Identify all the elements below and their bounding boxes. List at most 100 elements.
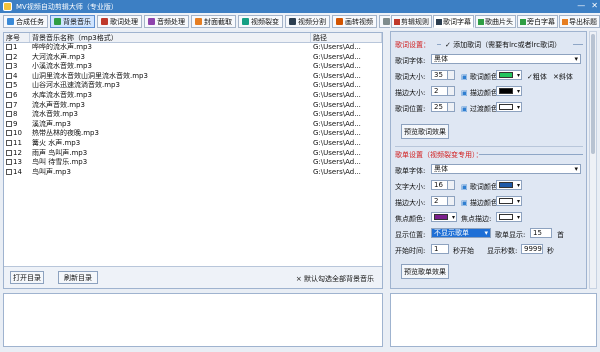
minimize-icon[interactable]: —	[577, 1, 585, 10]
playlist-color-picker[interactable]: ▾	[496, 180, 522, 190]
display-position-select[interactable]: 不显示歌单	[431, 228, 491, 238]
tab-icon	[336, 18, 343, 25]
tab-icon	[289, 18, 296, 25]
title-bar: MV视频自动剪辑大师（专业版） — ✕	[0, 0, 600, 13]
lyrics-stroke-color-picker[interactable]: ▾	[496, 86, 522, 96]
add-lyrics-checkbox[interactable]: ✓ 添加歌词（需要有lrc或者lrc歌词）	[445, 40, 561, 50]
row-number: 9	[13, 119, 18, 128]
row-checkbox[interactable]	[6, 168, 12, 175]
row-checkbox[interactable]	[6, 149, 12, 156]
duration-input[interactable]: 9999	[521, 244, 543, 254]
playlist-stroke-color-picker[interactable]: ▾	[496, 196, 522, 206]
music-path-cell: G:\Users\Ad...	[313, 71, 361, 80]
window-title: MV视频自动剪辑大师（专业版）	[16, 2, 118, 11]
table-row[interactable]: 13 鸟叫 待雪乐.mp3 G:\Users\Ad...	[4, 158, 382, 168]
focus-stroke-picker[interactable]: ▾	[496, 212, 522, 222]
lyrics-stroke-stepper[interactable]: 2	[431, 86, 455, 96]
table-row[interactable]: 6 水库流水音效.mp3 G:\Users\Ad...	[4, 91, 382, 101]
table-row[interactable]: 14 鸟叫声.mp3 G:\Users\Ad...	[4, 168, 382, 178]
toolbar-tab[interactable]: 合成任务	[3, 15, 48, 28]
row-checkbox[interactable]	[6, 120, 12, 127]
toolbar-tab[interactable]: 音频处理	[144, 15, 189, 28]
settings-tab[interactable]: 导出标题	[559, 15, 600, 28]
toolbar-tab[interactable]: 歌词处理	[97, 15, 142, 28]
refresh-folder-button[interactable]: 刷新目录	[58, 271, 98, 284]
table-row[interactable]: 8 流水音效.mp3 G:\Users\Ad...	[4, 110, 382, 120]
row-number-cell: 14	[4, 168, 30, 178]
music-name-cell: 山谷河水迅速流淌音效.mp3	[32, 81, 120, 90]
music-table-panel: 序号 背景音乐名称（mp3格式） 路径 1 哗哗的流水声.mp3 G:\Users\…	[3, 32, 383, 289]
music-path-cell: G:\Users\Ad...	[313, 129, 361, 138]
table-body: 1 哗哗的流水声.mp3 G:\Users\Ad... 2 大河流水声.mp3 G:\Us…	[4, 43, 382, 177]
row-checkbox[interactable]	[6, 72, 12, 79]
settings-tab[interactable]: 歌曲片头	[475, 15, 516, 28]
row-number: 8	[13, 110, 18, 119]
focus-color-picker[interactable]: ▾	[431, 212, 457, 222]
music-path-cell: G:\Users\Ad...	[313, 52, 361, 61]
row-checkbox[interactable]	[6, 159, 12, 166]
playlist-font-select[interactable]: 黑体	[431, 164, 581, 174]
toolbar-tab-label: 音频处理	[157, 17, 185, 26]
italic-checkbox[interactable]: ✕斜体	[553, 72, 573, 82]
toolbar-tab[interactable]: 画转视频	[332, 15, 377, 28]
tab-icon	[7, 18, 14, 25]
scrollbar-thumb[interactable]	[591, 34, 595, 154]
settings-tab[interactable]: 歌词字幕	[433, 15, 474, 28]
toolbar-tab[interactable]: 背景音乐	[50, 15, 95, 28]
row-checkbox[interactable]	[6, 101, 12, 108]
lyrics-color-picker[interactable]: ▾	[496, 70, 522, 80]
row-number-cell: 13	[4, 158, 30, 168]
toolbar-tab-label: 画转视频	[345, 17, 373, 26]
row-checkbox[interactable]	[6, 82, 12, 89]
window-controls: — ✕	[577, 1, 598, 10]
tab-icon	[148, 18, 155, 25]
lyrics-size-stepper[interactable]: 35	[431, 70, 455, 80]
preview-playlist-button[interactable]: 预览歌单效果	[401, 264, 449, 279]
row-checkbox[interactable]	[6, 130, 12, 137]
settings-tab[interactable]: 旁白字幕	[517, 15, 558, 28]
open-folder-button[interactable]: 打开目录	[10, 271, 44, 284]
playlist-size-stepper[interactable]: 16	[431, 180, 455, 190]
preview-lyrics-button[interactable]: 预览歌词效果	[401, 124, 449, 139]
start-time-input[interactable]: 1	[431, 244, 449, 254]
playlist-stroke-stepper[interactable]: 2	[431, 196, 455, 206]
table-row[interactable]: 1 哗哗的流水声.mp3 G:\Users\Ad...	[4, 43, 382, 53]
bold-checkbox[interactable]: ✓粗体	[527, 72, 547, 82]
toolbar-tab[interactable]: 封面截取	[191, 15, 236, 28]
select-all-note[interactable]: × 默认勾选全部背景音乐	[296, 274, 374, 284]
row-checkbox[interactable]	[6, 91, 12, 98]
row-checkbox[interactable]	[6, 139, 12, 146]
toolbar-tab[interactable]: 视频分割	[285, 15, 330, 28]
duration-unit: 秒	[547, 247, 554, 255]
row-checkbox[interactable]	[6, 53, 12, 60]
right-scrollbar[interactable]	[589, 31, 597, 289]
lyrics-font-select[interactable]: 黑体	[431, 54, 581, 64]
row-checkbox[interactable]	[6, 44, 12, 50]
table-row[interactable]: 7 流水声音效.mp3 G:\Users\Ad...	[4, 101, 382, 111]
toolbar-tab[interactable]: 视频裂变	[238, 15, 283, 28]
table-row[interactable]: 2 大河流水声.mp3 G:\Users\Ad...	[4, 53, 382, 63]
table-row[interactable]: 12 雨声 鸟叫声.mp3 G:\Users\Ad...	[4, 149, 382, 159]
row-checkbox[interactable]	[6, 63, 12, 70]
show-count-input[interactable]: 15	[530, 228, 552, 238]
tab-icon	[383, 18, 390, 25]
music-name-cell: 大河流水声.mp3	[32, 52, 85, 61]
table-row[interactable]: 5 山谷河水迅速流淌音效.mp3 G:\Users\Ad...	[4, 81, 382, 91]
table-row[interactable]: 4 山洞里流水音效山洞里流水音效.mp3 G:\Users\Ad...	[4, 72, 382, 82]
table-row[interactable]: 9 溪流声.mp3 G:\Users\Ad...	[4, 120, 382, 130]
settings-tab[interactable]: 剪辑规则	[391, 15, 432, 28]
transition-color-picker[interactable]: ▾	[496, 102, 522, 112]
music-name-cell: 溪流声.mp3	[32, 119, 71, 128]
row-number-cell: 2	[4, 53, 30, 63]
table-header: 序号 背景音乐名称（mp3格式） 路径	[4, 33, 382, 43]
table-row[interactable]: 10 热带丛林的夜晚.mp3 G:\Users\Ad...	[4, 129, 382, 139]
settings-tab-label: 剪辑规则	[401, 17, 429, 26]
close-icon[interactable]: ✕	[591, 1, 598, 10]
toolbar-tab-label: 合成任务	[16, 17, 44, 26]
table-row[interactable]: 11 篝火 水声.mp3 G:\Users\Ad...	[4, 139, 382, 149]
row-number: 4	[13, 71, 18, 80]
table-row[interactable]: 3 小溪流水音效.mp3 G:\Users\Ad...	[4, 62, 382, 72]
row-checkbox[interactable]	[6, 111, 12, 118]
settings-tab-label: 旁白字幕	[527, 17, 555, 26]
lyrics-position-stepper[interactable]: 25	[431, 102, 455, 112]
